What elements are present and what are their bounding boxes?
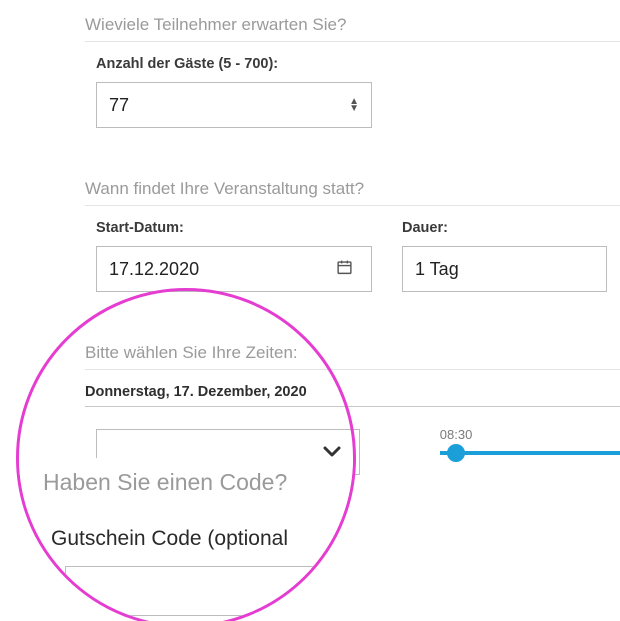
start-date-label: Start-Datum: (96, 220, 372, 236)
times-heading: Bitte wählen Sie Ihre Zeiten: (85, 343, 620, 363)
start-date-value: 17.12.2020 (109, 259, 199, 280)
start-date-input[interactable]: 17.12.2020 (96, 246, 372, 292)
times-date: Donnerstag, 17. Dezember, 2020 (85, 384, 620, 400)
when-heading: Wann findet Ihre Veranstaltung statt? (85, 179, 620, 199)
divider (85, 205, 620, 206)
stepper-icon[interactable]: ▲▼ (349, 98, 359, 112)
time-select[interactable] (96, 429, 360, 475)
participants-heading: Wieviele Teilnehmer erwarten Sie? (85, 15, 620, 35)
duration-label: Dauer: (402, 220, 607, 236)
duration-select[interactable]: 1 Tag (402, 246, 607, 292)
chevron-down-icon (323, 442, 341, 463)
guests-input[interactable]: 77 ▲▼ (96, 82, 372, 128)
code-label: Gutschein Code (optional (51, 527, 288, 551)
calendar-icon[interactable] (336, 259, 353, 280)
guests-label: Anzahl der Gäste (5 - 700): (96, 56, 620, 72)
guests-value: 77 (109, 95, 129, 116)
divider (85, 406, 620, 407)
time-slider-track[interactable] (440, 451, 620, 455)
slider-start-label: 08:30 (440, 427, 620, 442)
time-slider-thumb[interactable] (447, 444, 465, 462)
divider (85, 369, 620, 370)
duration-value: 1 Tag (415, 259, 459, 280)
code-input[interactable] (65, 566, 315, 616)
divider (85, 41, 620, 42)
